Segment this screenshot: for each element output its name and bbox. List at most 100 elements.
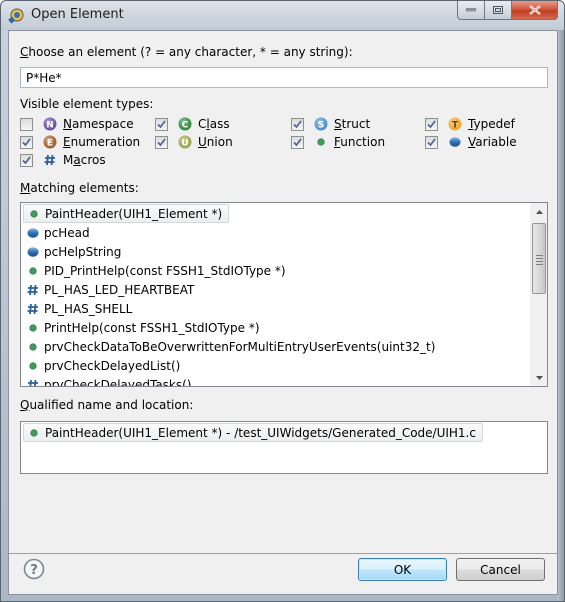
qualified-name-list[interactable]: PaintHeader(UIH1_Element *) - /test_UIWi… [20,421,548,474]
list-item[interactable]: pcHead [23,223,96,242]
matching-label-mnemonic: M [20,181,31,195]
function-icon [29,323,37,332]
type-filter-enumeration[interactable]: E Enumeration [20,133,140,151]
function-icon [29,342,37,351]
type-checkbox[interactable] [425,135,438,149]
type-checkbox[interactable] [155,135,168,149]
qualified-name-label: Qualified name and location: [20,398,193,412]
svg-text:T: T [452,121,459,131]
window-frame [557,30,564,601]
qualified-item[interactable]: PaintHeader(UIH1_Element *) - /test_UIWi… [23,423,483,442]
scroll-down-button[interactable] [531,369,547,386]
list-item-label: PID_PrintHelp(const FSSH1_StdIOType *) [44,263,286,278]
maximize-icon [493,5,503,14]
visible-types-label: Visible element types: [20,97,154,111]
help-icon[interactable]: ? [23,558,45,580]
list-item[interactable]: pcHelpString [23,242,127,261]
type-label: Union [198,135,233,149]
variable-icon [449,137,461,147]
union-icon: U [178,135,192,149]
scroll-up-button[interactable] [531,203,547,220]
type-checkbox[interactable] [291,117,304,131]
svg-text:N: N [46,121,54,131]
macro-icon [27,284,39,296]
button-bar-separator [9,553,557,554]
type-icon: N [43,117,57,131]
grip-icon [536,255,543,267]
open-element-dialog: Open Element Choose an element (? = any … [0,0,565,602]
type-label: Class [198,117,230,131]
minimize-button[interactable] [457,1,485,20]
svg-text:E: E [47,139,53,149]
type-checkbox[interactable] [20,135,33,149]
filter-label: Choose an element (? = any character, * … [20,45,353,59]
type-filter-struct[interactable]: S Struct [291,115,370,133]
type-filter-variable[interactable]: Variable [425,133,517,151]
type-label: Struct [334,117,371,131]
list-item-label: pcHead [44,225,90,240]
svg-text:U: U [181,139,188,149]
function-icon [27,265,39,277]
list-item[interactable]: PL_HAS_SHELL [23,299,138,318]
type-checkbox[interactable] [20,117,33,131]
type-filter-union[interactable]: U Union [155,133,233,151]
type-filter-class[interactable]: C Class [155,115,230,133]
type-checkbox[interactable] [291,135,304,149]
namespace-icon: N [43,117,57,131]
arrow-down-icon [536,375,543,380]
type-label: Enumeration [63,135,141,149]
window-title: Open Element [31,7,124,22]
list-item-label: PaintHeader(UIH1_Element *) [45,206,223,221]
variable-icon [27,246,39,258]
checkmark-icon [22,138,31,146]
macro-icon [27,284,38,295]
list-item-label: PL_HAS_LED_HEARTBEAT [44,282,195,297]
struct-icon: S [314,117,328,131]
list-item[interactable]: prvCheckDelayedList() [23,356,186,375]
function-icon [28,208,40,220]
type-filter-function[interactable]: Function [291,133,385,151]
type-filter-macros[interactable]: Macros [20,151,106,169]
app-icon [8,8,24,24]
title-bar[interactable]: Open Element [1,1,564,30]
type-icon [43,153,57,167]
variable-icon [27,227,39,239]
function-icon [30,428,38,437]
function-icon [29,361,37,370]
type-filter-namespace[interactable]: N Namespace [20,115,134,133]
checkmark-icon [157,120,166,128]
ok-button[interactable]: OK [358,558,447,581]
close-button[interactable] [512,1,558,20]
list-item[interactable]: PaintHeader(UIH1_Element *) [23,204,230,223]
type-icon [448,135,462,149]
type-label: Variable [468,135,517,149]
svg-text:S: S [318,121,324,131]
cancel-button[interactable]: Cancel [456,558,545,581]
matching-elements-label: Matching elements: [20,181,139,195]
list-vertical-scrollbar[interactable] [530,203,547,386]
macro-icon [27,379,39,386]
typedef-icon: T [448,117,462,131]
list-item[interactable]: PL_HAS_LED_HEARTBEAT [23,280,200,299]
maximize-button[interactable] [485,1,512,20]
enumeration-icon: E [43,135,57,149]
list-item[interactable]: PrintHelp(const FSSH1_StdIOType *) [23,318,266,337]
function-icon [28,427,40,439]
arrow-up-icon [536,209,543,214]
list-item[interactable]: prvCheckDelayedTasks() [23,375,198,386]
checkmark-icon [293,138,302,146]
type-filter-typedef[interactable]: T Typedef [425,115,515,133]
checkmark-icon [427,120,436,128]
element-filter-input[interactable] [20,67,548,88]
list-item[interactable]: prvCheckDataToBeOverwrittenForMultiEntry… [23,337,441,356]
type-label: Macros [63,153,106,167]
type-icon: U [178,135,192,149]
scroll-thumb[interactable] [532,223,546,294]
type-checkbox[interactable] [425,117,438,131]
matching-elements-list[interactable]: PaintHeader(UIH1_Element *) pcHead pcHelpS… [20,202,548,387]
list-item-label: prvCheckDelayedList() [44,358,181,373]
type-checkbox[interactable] [155,117,168,131]
list-item[interactable]: PID_PrintHelp(const FSSH1_StdIOType *) [23,261,292,280]
checkmark-icon [293,120,302,128]
type-checkbox[interactable] [20,153,33,167]
